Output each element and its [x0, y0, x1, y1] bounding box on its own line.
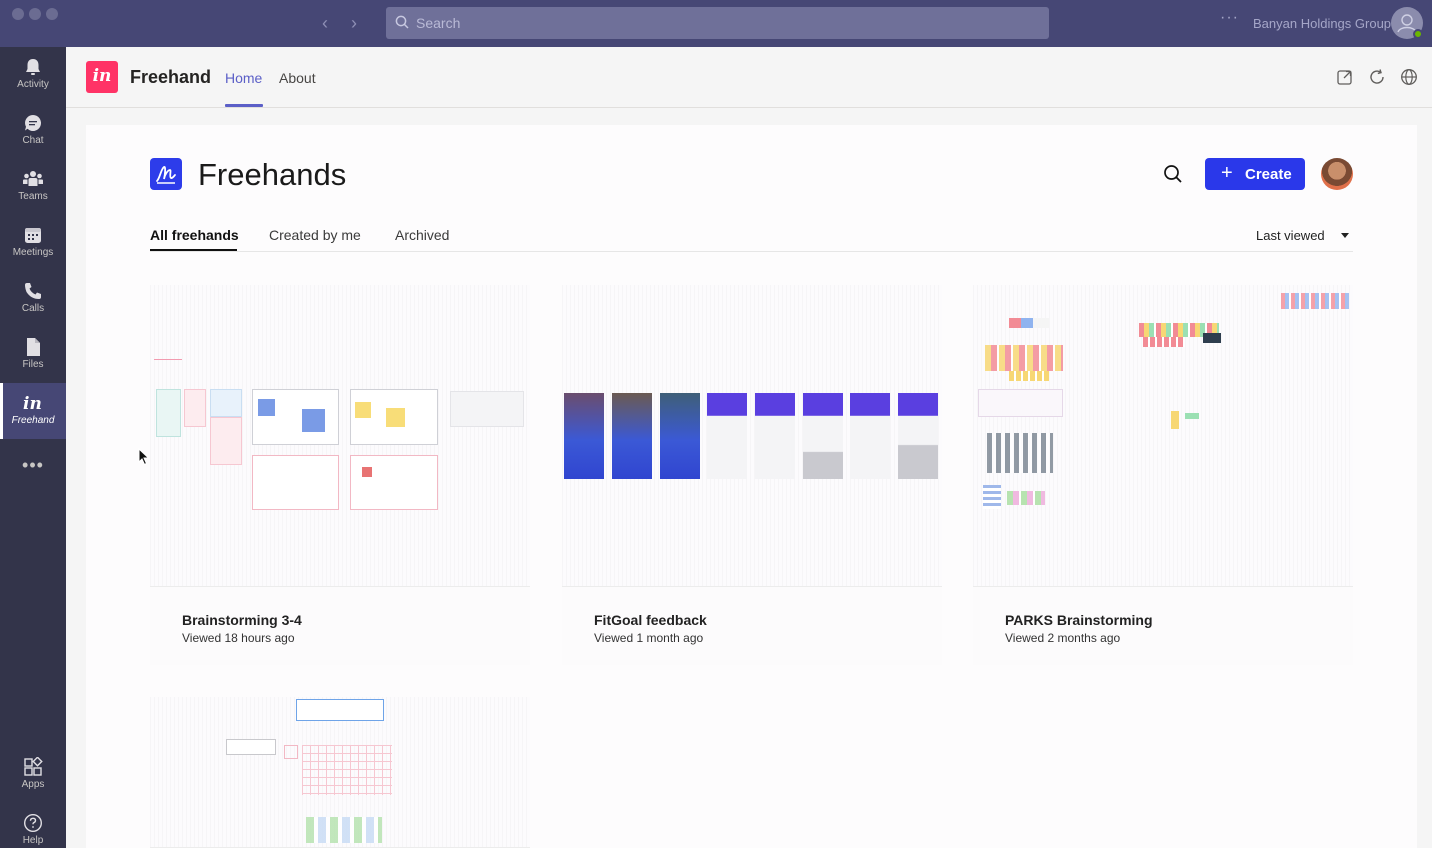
plus-icon: + — [1221, 162, 1233, 184]
close-window-button[interactable] — [12, 8, 24, 20]
rail-item-activity[interactable]: Activity — [0, 47, 66, 103]
rail-item-apps[interactable]: Apps — [0, 747, 66, 803]
calendar-icon — [25, 228, 41, 243]
tab-created-by-me[interactable]: Created by me — [269, 227, 361, 243]
page-title: Freehands — [198, 157, 347, 192]
card-title: PARKS Brainstorming — [1005, 612, 1153, 628]
sort-dropdown[interactable]: Last viewed — [1256, 228, 1325, 243]
card-footer: FitGoal feedback Viewed 1 month ago — [562, 587, 942, 665]
file-icon — [27, 338, 40, 356]
globe-icon[interactable] — [1400, 68, 1418, 86]
window-titlebar: ‹ › Search ··· Banyan Holdings Group — [0, 0, 1432, 47]
rail-item-label: Freehand — [11, 415, 55, 426]
card-footer: PARKS Brainstorming Viewed 2 months ago — [973, 587, 1353, 665]
teams-icon — [23, 171, 43, 186]
svg-text:in: in — [23, 394, 42, 413]
card-subtitle: Viewed 1 month ago — [594, 631, 704, 645]
create-button[interactable]: + Create — [1205, 158, 1305, 190]
tab-all-freehands[interactable]: All freehands — [150, 227, 239, 243]
freehand-logo-icon — [150, 158, 182, 190]
caret-down-icon[interactable] — [1341, 233, 1349, 238]
app-name: Freehand — [130, 67, 212, 87]
search-icon — [395, 15, 409, 29]
popout-icon[interactable] — [1336, 68, 1354, 86]
help-icon — [23, 813, 43, 833]
zoom-window-button[interactable] — [46, 8, 58, 20]
invision-logo: in — [86, 61, 118, 93]
card-thumbnail — [973, 285, 1353, 587]
search-icon[interactable] — [1163, 164, 1183, 184]
rail-item-chat[interactable]: Chat — [0, 103, 66, 159]
card-footer: Brainstorming 3-4 Viewed 18 hours ago — [150, 587, 530, 665]
phone-icon — [25, 283, 41, 299]
chat-icon — [25, 114, 42, 131]
tabs-divider — [150, 251, 1353, 252]
tab-home[interactable]: Home — [225, 70, 262, 86]
rail-item-label: Teams — [18, 191, 48, 202]
avatar[interactable] — [1321, 158, 1353, 190]
rail-item-label: Chat — [22, 135, 44, 146]
app-header: in Freehand Home About — [66, 47, 1432, 108]
rail-item-help[interactable]: Help — [0, 803, 66, 848]
rail-item-freehand[interactable]: in Freehand — [0, 383, 66, 439]
card-title: FitGoal feedback — [594, 612, 707, 628]
tab-archived[interactable]: Archived — [395, 227, 449, 243]
card-thumbnail — [150, 697, 530, 848]
minimize-window-button[interactable] — [29, 8, 41, 20]
freehand-card[interactable]: PARKS Brainstorming Viewed 2 months ago — [973, 285, 1353, 665]
rail-item-files[interactable]: Files — [0, 327, 66, 383]
rail-item-label: Meetings — [12, 247, 54, 258]
freehand-card[interactable]: FitGoal feedback Viewed 1 month ago — [562, 285, 942, 665]
rail-item-meetings[interactable]: Meetings — [0, 215, 66, 271]
rail-item-label: Files — [22, 359, 44, 370]
organization-name[interactable]: Banyan Holdings Group — [1253, 16, 1391, 31]
rail-item-label: Help — [22, 835, 44, 846]
freehands-panel: Freehands + Create All freehands Created… — [86, 125, 1417, 848]
invision-icon: in — [23, 394, 42, 413]
freehand-card[interactable] — [150, 697, 530, 848]
bell-icon — [26, 59, 40, 75]
card-thumbnail — [562, 285, 942, 587]
search-placeholder: Search — [416, 15, 461, 31]
app-rail: Activity Chat Teams Meetings Calls Files… — [0, 47, 66, 848]
active-tab-indicator — [150, 249, 237, 251]
active-tab-indicator — [225, 104, 263, 107]
rail-item-teams[interactable]: Teams — [0, 159, 66, 215]
rail-item-label: Activity — [17, 79, 49, 90]
more-options-icon[interactable]: ··· — [1220, 9, 1239, 27]
mouse-cursor-icon — [138, 448, 150, 466]
card-thumbnail — [150, 285, 530, 587]
forward-arrow-icon[interactable]: › — [344, 13, 364, 33]
card-title: Brainstorming 3-4 — [182, 612, 302, 628]
active-indicator — [0, 383, 3, 439]
tab-about[interactable]: About — [279, 70, 316, 86]
refresh-icon[interactable] — [1368, 68, 1386, 86]
card-subtitle: Viewed 18 hours ago — [182, 631, 295, 645]
back-arrow-icon[interactable]: ‹ — [315, 13, 335, 33]
presence-status-badge — [1413, 29, 1423, 39]
create-button-label: Create — [1245, 166, 1292, 183]
apps-icon — [24, 757, 43, 776]
card-subtitle: Viewed 2 months ago — [1005, 631, 1121, 645]
rail-item-label: Calls — [21, 303, 45, 314]
rail-item-label: Apps — [21, 779, 45, 790]
search-input[interactable]: Search — [386, 7, 1049, 39]
more-apps-icon[interactable]: ••• — [0, 455, 66, 476]
rail-item-calls[interactable]: Calls — [0, 271, 66, 327]
freehand-card[interactable]: Brainstorming 3-4 Viewed 18 hours ago — [150, 285, 530, 665]
